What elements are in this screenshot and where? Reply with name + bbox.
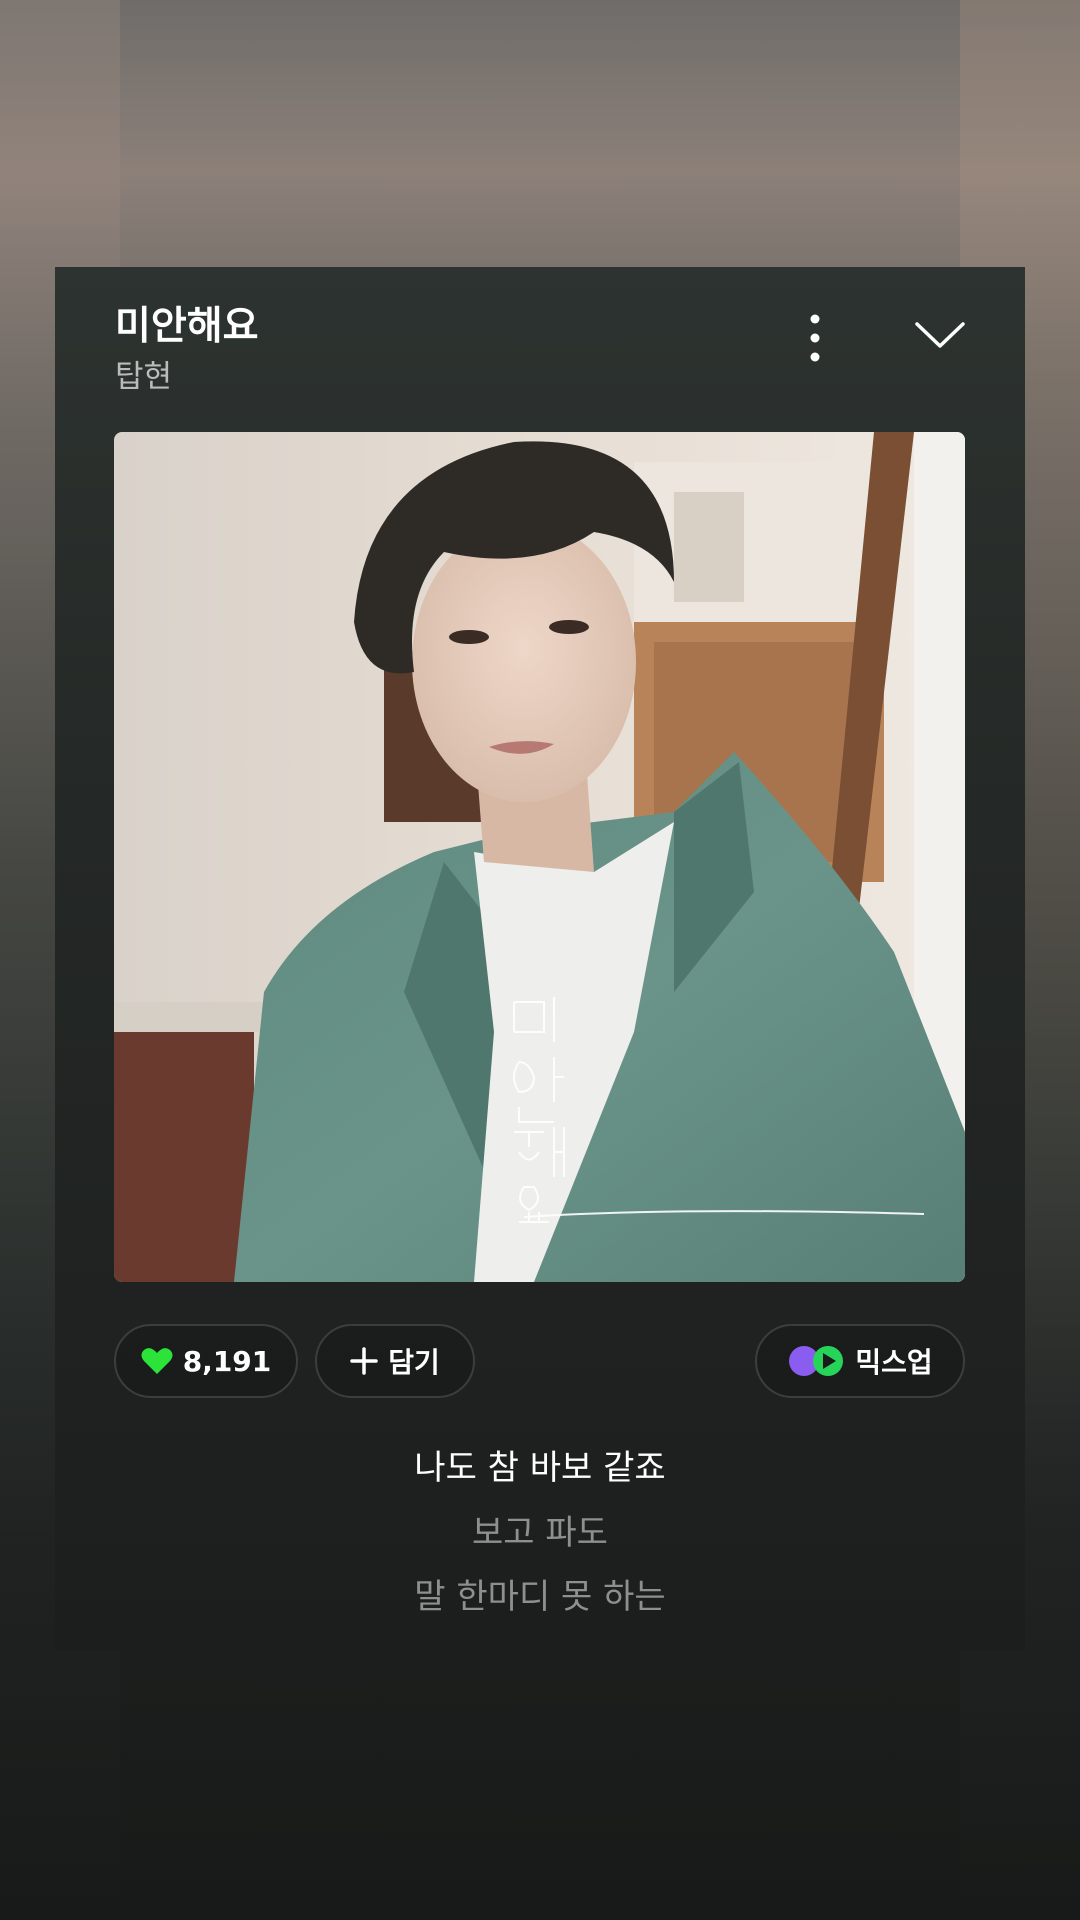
more-vertical-icon xyxy=(809,313,821,367)
mixup-icon xyxy=(787,1344,845,1378)
like-button[interactable]: 8,191 xyxy=(114,1324,298,1398)
like-count: 8,191 xyxy=(182,1344,272,1378)
add-label: 담기 xyxy=(388,1346,440,1379)
chevron-down-icon xyxy=(914,320,966,354)
plus-icon xyxy=(350,1347,378,1375)
lyric-next-line[interactable]: 보고 파도 xyxy=(55,1505,1025,1554)
more-options-button[interactable] xyxy=(795,312,835,368)
lyric-current-line[interactable]: 나도 참 바보 같죠 xyxy=(55,1440,1025,1489)
lyric-following-line[interactable]: 말 한마디 못 하는 xyxy=(55,1569,1025,1618)
heart-icon xyxy=(141,1347,173,1375)
collapse-button[interactable] xyxy=(910,317,970,357)
album-art[interactable] xyxy=(114,432,965,1282)
player-card: 미안해요 탑현 8,191 담기 믹스업 나도 참 바보 같죠 보고 파도 말 … xyxy=(55,267,1025,1651)
song-title: 미안해요 xyxy=(115,304,259,349)
mixup-label: 믹스업 xyxy=(855,1346,933,1379)
add-to-playlist-button[interactable]: 담기 xyxy=(315,1324,475,1398)
mixup-button[interactable]: 믹스업 xyxy=(755,1324,965,1398)
artist-name[interactable]: 탑현 xyxy=(115,351,172,396)
